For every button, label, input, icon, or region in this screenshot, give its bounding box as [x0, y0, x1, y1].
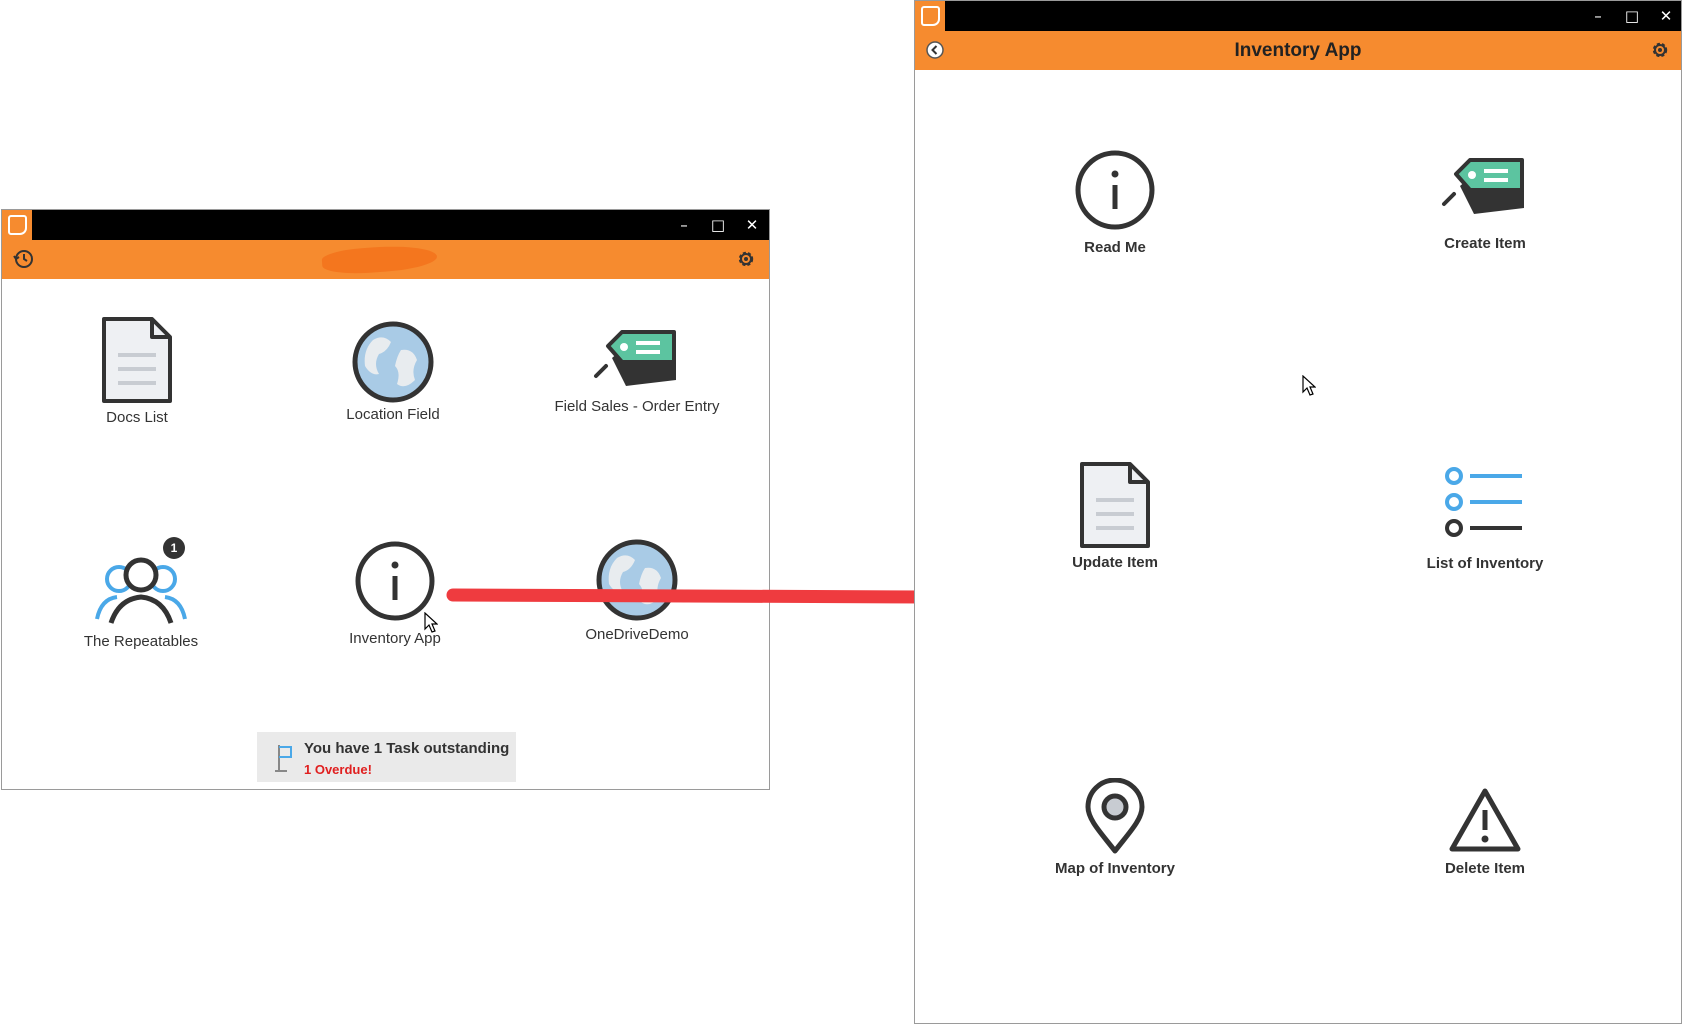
- task-overdue: 1 Overdue!: [304, 762, 372, 777]
- menu-item-label: Map of Inventory: [1054, 860, 1175, 877]
- app-tile-docs-list[interactable]: Docs List: [62, 315, 212, 426]
- menu-item-read-me[interactable]: Read Me: [1035, 149, 1195, 256]
- task-banner[interactable]: You have 1 Task outstanding 1 Overdue!: [257, 732, 516, 782]
- tag-icon: [1442, 158, 1524, 214]
- inventory-window: – □ ✕ Inventory App Read Me Create Item …: [914, 0, 1682, 1024]
- task-message: You have 1 Task outstanding: [304, 740, 510, 757]
- app-label: OneDriveDemo: [585, 626, 689, 643]
- tag-icon: [594, 330, 676, 386]
- gear-icon[interactable]: [734, 247, 758, 271]
- title-bar: – □ ✕: [915, 1, 1681, 31]
- minimize-button[interactable]: –: [667, 210, 701, 240]
- info-icon: [1075, 150, 1155, 230]
- close-button[interactable]: ✕: [1649, 1, 1682, 31]
- menu-item-label: List of Inventory: [1426, 555, 1544, 572]
- app-logo-icon: [2, 210, 32, 240]
- back-icon[interactable]: [923, 38, 947, 62]
- menu-item-update-item[interactable]: Update Item: [1035, 460, 1195, 571]
- app-header: Inventory App: [915, 31, 1681, 70]
- maximize-button[interactable]: □: [701, 210, 735, 240]
- document-icon: [1080, 462, 1150, 548]
- mouse-cursor-icon: [424, 612, 438, 633]
- app-label: Docs List: [106, 409, 168, 426]
- flag-icon: [275, 745, 292, 772]
- menu-item-create-item[interactable]: Create Item: [1405, 156, 1565, 252]
- app-label: Field Sales - Order Entry: [554, 398, 720, 415]
- warning-icon: [1449, 788, 1521, 852]
- mouse-cursor-icon: [1302, 375, 1316, 396]
- page-title: Inventory App: [1234, 40, 1362, 61]
- app-header: [2, 240, 769, 279]
- list-icon: [1445, 467, 1522, 537]
- notification-badge: 1: [163, 537, 185, 559]
- menu-item-map-of-inventory[interactable]: Map of Inventory: [1035, 778, 1195, 877]
- app-logo-icon: [915, 1, 945, 31]
- history-icon[interactable]: [12, 247, 36, 271]
- app-label: The Repeatables: [83, 633, 199, 650]
- close-button[interactable]: ✕: [735, 210, 769, 240]
- app-label: Location Field: [346, 406, 440, 423]
- users-icon: [95, 557, 187, 624]
- maximize-button[interactable]: □: [1615, 1, 1649, 31]
- redacted-title: [321, 243, 438, 276]
- menu-item-label: Delete Item: [1444, 860, 1526, 877]
- map-pin-icon: [1085, 778, 1145, 854]
- home-window: – □ ✕ Docs List Location Field Field Sal…: [1, 209, 770, 790]
- app-label: Inventory App: [349, 630, 441, 647]
- menu-item-label: Create Item: [1444, 235, 1526, 252]
- menu-item-delete-item[interactable]: Delete Item: [1405, 786, 1565, 877]
- app-tile-the-repeatables[interactable]: The Repeatables 1: [66, 537, 216, 650]
- transition-arrow-icon: [446, 574, 973, 620]
- menu-item-label: Update Item: [1072, 554, 1158, 571]
- globe-icon: [352, 321, 434, 403]
- app-tile-location-field[interactable]: Location Field: [318, 320, 468, 423]
- menu-item-label: Read Me: [1084, 239, 1146, 256]
- gear-icon[interactable]: [1648, 38, 1672, 62]
- info-icon: [355, 541, 435, 621]
- title-bar: – □ ✕: [2, 210, 769, 240]
- menu-item-list-of-inventory[interactable]: List of Inventory: [1405, 466, 1565, 572]
- minimize-button[interactable]: –: [1581, 1, 1615, 31]
- document-icon: [102, 317, 172, 403]
- app-tile-field-sales[interactable]: Field Sales - Order Entry: [547, 328, 727, 415]
